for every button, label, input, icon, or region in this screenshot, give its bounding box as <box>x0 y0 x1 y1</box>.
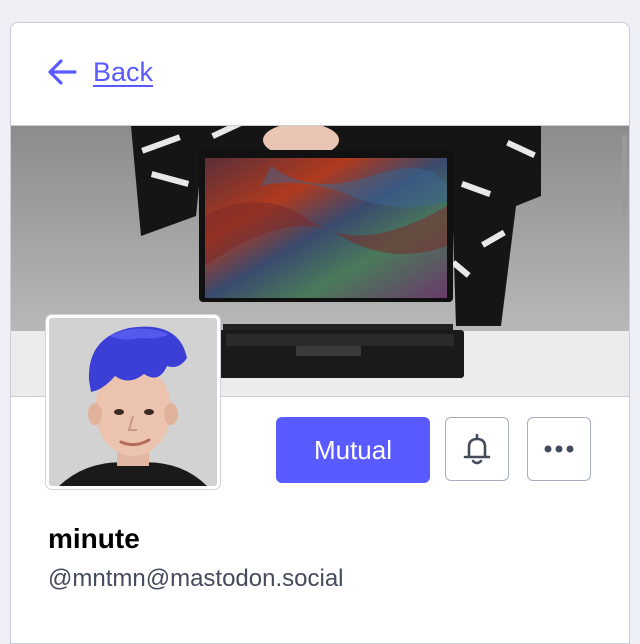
more-options-button[interactable] <box>527 417 591 481</box>
arrow-left-icon <box>48 59 77 85</box>
bell-icon <box>463 433 491 465</box>
scrollbar-thumb[interactable] <box>622 135 627 215</box>
back-button[interactable]: Back <box>45 55 153 89</box>
notify-button[interactable] <box>445 417 509 481</box>
column-back-bar: Back <box>11 23 629 126</box>
display-name: minute <box>48 523 140 554</box>
ellipsis-icon <box>544 445 574 453</box>
account-card: Back Mutual minute @mntmn@mastodon.socia… <box>10 22 630 644</box>
mutual-button[interactable]: Mutual <box>276 417 430 483</box>
account-handle: @mntmn@mastodon.social <box>48 565 344 592</box>
back-label: Back <box>93 56 154 87</box>
avatar[interactable] <box>46 315 220 489</box>
